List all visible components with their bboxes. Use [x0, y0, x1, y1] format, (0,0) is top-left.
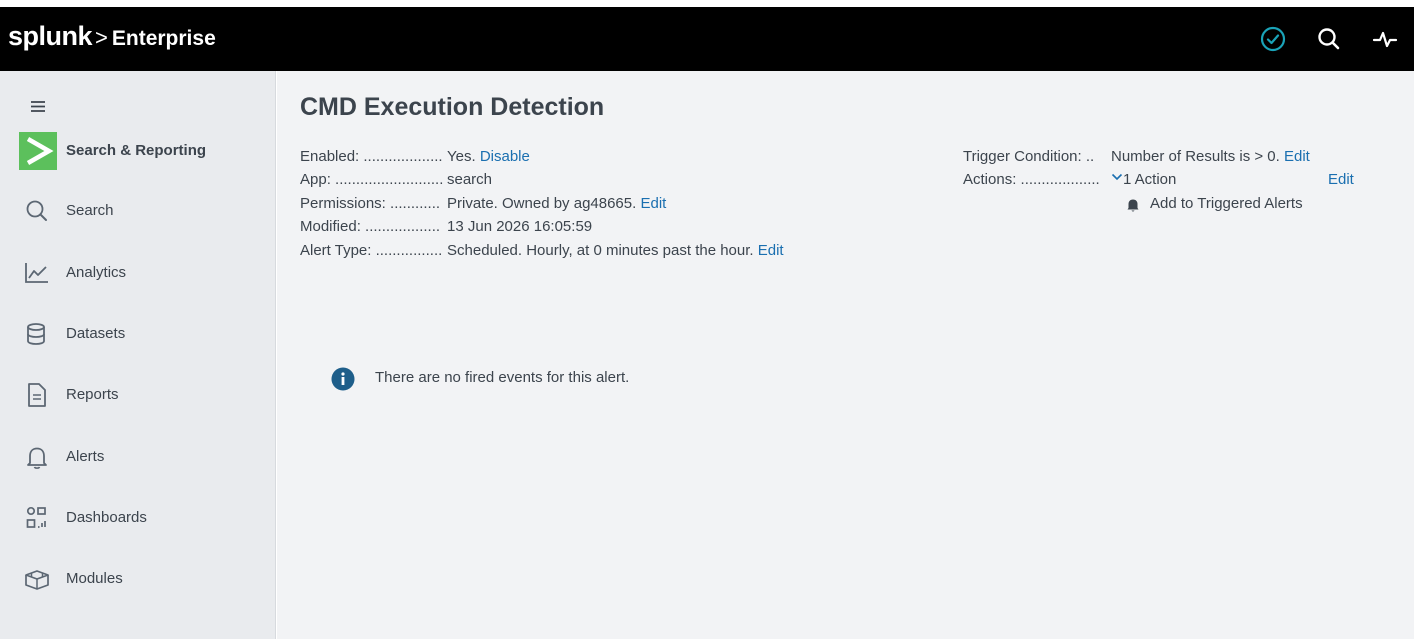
sidebar-item-label: Analytics: [66, 264, 127, 281]
search-icon: [23, 198, 51, 224]
detail-value: Private. Owned by ag48665. Edit: [447, 195, 666, 212]
detail-permissions: Permissions: ............ Private. Owned…: [300, 195, 920, 215]
detail-label: Trigger Condition: ..: [963, 148, 1095, 165]
edit-trigger-link[interactable]: Edit: [1284, 148, 1310, 165]
edit-alert-type-link[interactable]: Edit: [758, 242, 784, 259]
action-item: Add to Triggered Alerts: [1125, 195, 1385, 215]
hamburger-icon[interactable]: [26, 95, 50, 117]
app-name: Search & Reporting: [66, 142, 207, 159]
sidebar-item-label: Datasets: [66, 325, 126, 342]
sidebar-item-dashboards[interactable]: Dashboards: [19, 498, 259, 538]
info-icon: [331, 367, 355, 391]
bell-icon: [23, 444, 51, 470]
sidebar-item-search[interactable]: Search: [19, 191, 259, 231]
edit-permissions-link[interactable]: Edit: [640, 195, 666, 212]
sidebar-item-datasets[interactable]: Datasets: [19, 314, 259, 354]
app-value: search: [447, 171, 493, 188]
action-item-label: Add to Triggered Alerts: [1150, 195, 1303, 212]
modules-icon: [23, 566, 51, 592]
trigger-condition-value: Number of Results is > 0.: [1111, 148, 1280, 165]
sidebar-item-label: Alerts: [66, 448, 105, 465]
splunk-brand[interactable]: splunk > Enterprise: [8, 21, 216, 52]
sidebar-item-alerts[interactable]: Alerts: [19, 437, 259, 477]
sidebar-item-analytics[interactable]: Analytics: [19, 253, 259, 293]
product-name: Enterprise: [111, 27, 216, 50]
detail-modified: Modified: .................. 13 Jun 2026…: [300, 218, 920, 238]
no-events-message: There are no fired events for this alert…: [375, 369, 630, 386]
detail-label: Enabled: ...................: [300, 148, 443, 165]
database-icon: [23, 321, 51, 347]
detail-value: Scheduled. Hourly, at 0 minutes past the…: [447, 242, 784, 259]
detail-value: Yes. Disable: [447, 148, 530, 165]
sidebar-item-label: Search: [66, 202, 114, 219]
sidebar: Search & Reporting Search Analytics Data…: [0, 71, 276, 639]
splunk-logo: splunk: [8, 21, 93, 51]
main-content: CMD Execution Detection Enabled: .......…: [277, 71, 1414, 639]
check-circle-icon[interactable]: [1258, 24, 1288, 54]
alert-type-value: Scheduled. Hourly, at 0 minutes past the…: [447, 242, 754, 259]
actions-count: 1 Action: [1123, 171, 1177, 188]
dashboard-icon: [23, 505, 51, 531]
chevron-down-icon: [1111, 173, 1123, 181]
detail-label: Permissions: ............: [300, 195, 441, 212]
bell-icon: [1127, 199, 1139, 212]
detail-actions: Actions: ................... 1 Action Ed…: [963, 171, 1383, 191]
detail-value: Number of Results is > 0. Edit: [1111, 148, 1310, 165]
detail-alert-type: Alert Type: ................ Scheduled. …: [300, 242, 920, 262]
enabled-value: Yes.: [447, 148, 476, 165]
top-bar: splunk > Enterprise: [0, 7, 1414, 71]
brand-separator: >: [95, 25, 108, 50]
detail-trigger-condition: Trigger Condition: .. Number of Results …: [963, 148, 1383, 168]
app-search-reporting[interactable]: Search & Reporting: [19, 132, 259, 170]
sidebar-item-reports[interactable]: Reports: [19, 375, 259, 415]
detail-enabled: Enabled: ................... Yes. Disabl…: [300, 148, 920, 168]
detail-label: Alert Type: ................: [300, 242, 443, 259]
chevron-right-logo: [19, 132, 57, 170]
activity-icon[interactable]: [1370, 24, 1400, 54]
line-chart-icon: [23, 260, 51, 286]
sidebar-item-label: Reports: [66, 386, 119, 403]
sidebar-item-label: Dashboards: [66, 509, 147, 526]
sidebar-item-modules[interactable]: Modules: [19, 559, 259, 599]
search-icon[interactable]: [1314, 24, 1344, 54]
detail-label: Actions: ...................: [963, 171, 1100, 188]
modified-value: 13 Jun 2026 16:05:59: [447, 218, 593, 235]
detail-label: Modified: ..................: [300, 218, 441, 235]
sidebar-item-label: Modules: [66, 570, 123, 587]
document-icon: [23, 382, 51, 408]
actions-toggle[interactable]: 1 Action: [1111, 171, 1176, 188]
detail-label: App: ..........................: [300, 171, 444, 188]
disable-link[interactable]: Disable: [480, 148, 530, 165]
detail-app: App: .......................... search: [300, 171, 920, 191]
page-title: CMD Execution Detection: [300, 93, 605, 121]
edit-actions-link[interactable]: Edit: [1328, 171, 1354, 188]
permissions-value: Private. Owned by ag48665.: [447, 195, 637, 212]
